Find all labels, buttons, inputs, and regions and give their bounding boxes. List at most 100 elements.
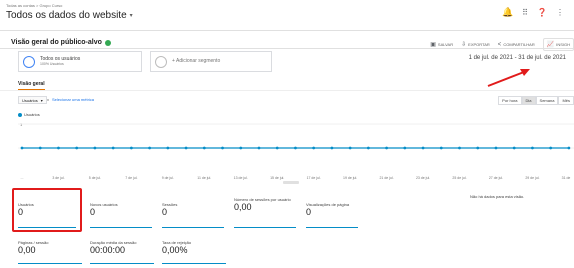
notifications-icon[interactable]: 🔔: [502, 7, 513, 18]
metric-bounce-rate[interactable]: Taxa de rejeição 0,00%: [162, 240, 226, 264]
tab-divider: [0, 90, 574, 91]
sparkline: [306, 227, 358, 228]
metric-value: 0: [162, 207, 168, 217]
data-point[interactable]: [348, 146, 352, 150]
export-button[interactable]: ⇩ EXPORTAR: [461, 41, 490, 48]
metric-sessions[interactable]: Sessões 0: [162, 202, 224, 228]
data-point[interactable]: [531, 146, 534, 150]
data-point[interactable]: [421, 146, 425, 150]
metric-new-users[interactable]: Novos usuários 0: [90, 202, 152, 228]
caret-down-icon: ▾: [129, 13, 133, 19]
data-point[interactable]: [221, 146, 224, 150]
insights-label: INSIGH: [556, 42, 570, 47]
week-button[interactable]: Semana: [535, 96, 559, 105]
data-point[interactable]: [385, 146, 388, 150]
insights-button[interactable]: 📈 INSIGH: [542, 38, 574, 51]
month-button[interactable]: Mês: [558, 96, 574, 105]
x-tick-label: 21 de jul.: [379, 176, 394, 180]
help-icon[interactable]: ❓: [537, 8, 547, 17]
chevron-down-icon: ▾: [40, 97, 43, 103]
metric-pageviews[interactable]: Visualizações de página 0: [306, 202, 358, 228]
metric-sessions-per-user[interactable]: Número de sessões por usuário 0,00: [234, 197, 296, 228]
x-tick-label: 7 de jul.: [125, 176, 138, 180]
metric-dropdown-label: Usuários: [22, 97, 38, 103]
x-tick-label: 29 de jul.: [525, 176, 540, 180]
data-point[interactable]: [439, 146, 443, 150]
data-point[interactable]: [75, 146, 79, 150]
sparkline: [234, 227, 296, 228]
data-point[interactable]: [257, 146, 261, 150]
data-point[interactable]: [166, 146, 170, 150]
save-button[interactable]: ▣ SALVAR: [430, 41, 453, 48]
data-point[interactable]: [494, 146, 498, 150]
x-tick-label: 19 de jul.: [343, 176, 358, 180]
x-tick-label: ...: [20, 176, 24, 180]
data-point[interactable]: [184, 146, 188, 150]
share-icon: <: [497, 41, 502, 48]
day-button[interactable]: Dia: [521, 96, 536, 105]
chart-resize-handle[interactable]: [283, 181, 299, 184]
header-divider: [0, 30, 574, 31]
metric-value: 0,00%: [162, 245, 188, 255]
segment-all-users[interactable]: Todos os usuários 100% Usuários: [18, 51, 142, 72]
data-point[interactable]: [476, 146, 480, 150]
export-icon: ⇩: [461, 42, 467, 48]
data-point[interactable]: [366, 146, 370, 150]
hourly-button[interactable]: Por hora: [498, 96, 522, 105]
users-line-chart[interactable]: [18, 118, 574, 180]
segment-subtitle: 100% Usuários: [40, 62, 64, 66]
select-metric-link[interactable]: Selecionar uma métrica: [52, 97, 94, 102]
metric-dropdown[interactable]: Usuários ▾: [18, 96, 47, 104]
title-divider: [0, 48, 574, 49]
data-point[interactable]: [20, 146, 24, 150]
data-point[interactable]: [330, 146, 334, 150]
date-range-selector[interactable]: 1 de jul. de 2021 - 31 de jul. de 2021: [469, 55, 566, 61]
segment-circle-icon: [23, 55, 35, 68]
metric-pages-per-session[interactable]: Páginas / sessão 0,00: [18, 240, 82, 264]
metric-avg-session-duration[interactable]: Duração média da sessão 00:00:00: [90, 240, 154, 264]
data-point[interactable]: [202, 146, 206, 150]
add-segment-circle-icon: [155, 55, 167, 68]
x-tick-label: 23 de jul.: [415, 176, 431, 180]
sparkline: [90, 227, 152, 228]
data-point[interactable]: [275, 146, 279, 150]
data-point[interactable]: [38, 146, 42, 150]
data-point[interactable]: [567, 146, 571, 150]
no-data-message: Não há dados para esta visão.: [470, 194, 525, 199]
insights-icon: 📈: [546, 42, 555, 48]
sparkline: [162, 263, 226, 264]
legend-label: Usuários: [24, 112, 40, 117]
data-point[interactable]: [512, 146, 516, 150]
data-point[interactable]: [312, 146, 316, 150]
report-title: Visão geral do público-alvo: [11, 39, 111, 46]
x-tick-label: 25 de jul.: [452, 176, 467, 180]
property-selector[interactable]: Todos os dados do website ▾: [6, 10, 133, 21]
data-point[interactable]: [129, 146, 133, 150]
x-tick-label: 13 de jul.: [233, 176, 248, 180]
metric-value: 0: [90, 207, 96, 217]
vs-label: x: [47, 97, 49, 102]
red-highlight-box: [12, 188, 82, 232]
more-icon[interactable]: ⋮: [556, 8, 564, 17]
share-label: COMPARTILHAR: [503, 42, 535, 47]
data-point[interactable]: [294, 146, 297, 150]
data-point[interactable]: [239, 146, 243, 150]
add-segment-button[interactable]: + Adicionar segmento: [150, 51, 272, 72]
breadcrumb[interactable]: Todas as contas > Grupo Curso: [6, 3, 62, 8]
data-point[interactable]: [148, 146, 152, 150]
data-point[interactable]: [403, 146, 407, 150]
share-button[interactable]: < COMPARTILHAR: [498, 42, 535, 48]
sparkline: [162, 227, 224, 228]
top-icons: 🔔 ⠿ ❓ ⋮: [502, 7, 564, 18]
x-tick-label: 15 de jul.: [270, 176, 285, 180]
property-title: Todos os dados do website: [6, 10, 127, 21]
apps-icon[interactable]: ⠿: [522, 8, 528, 17]
data-point[interactable]: [111, 146, 115, 150]
chart-legend: Usuários: [18, 112, 40, 117]
metric-value: 0,00: [18, 245, 36, 255]
data-point[interactable]: [93, 146, 97, 150]
data-point[interactable]: [549, 146, 553, 150]
data-point[interactable]: [57, 146, 60, 150]
data-point[interactable]: [458, 146, 461, 150]
sparkline: [90, 263, 154, 264]
